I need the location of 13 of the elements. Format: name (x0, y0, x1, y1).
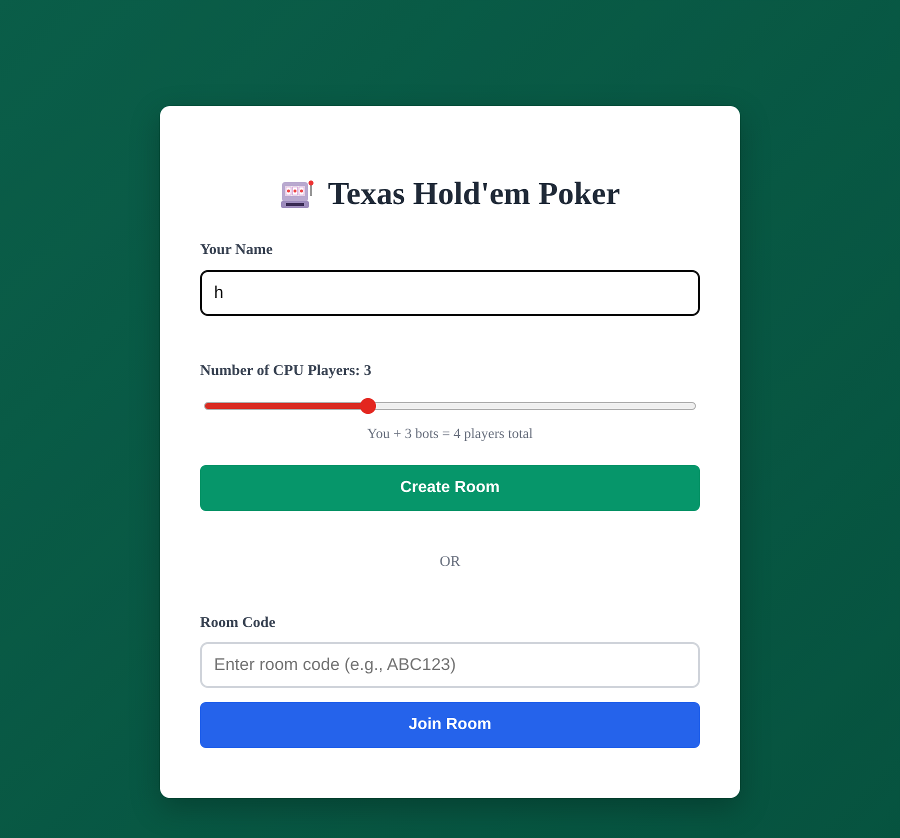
name-field[interactable]: h (200, 270, 700, 316)
or-divider: OR (438, 553, 462, 572)
room-code-label: Room Code (200, 614, 276, 633)
create-room-button[interactable]: Create Room (200, 465, 700, 512)
page-title: Texas Hold'em Poker (328, 176, 620, 212)
slider-thumb[interactable] (360, 398, 376, 414)
cpu-players-label: Number of CPU Players: 3 (200, 362, 372, 381)
name-label: Your Name (200, 241, 274, 260)
slot-machine-icon (280, 178, 314, 209)
players-summary: You + 3 bots = 4 players total (366, 426, 534, 444)
room-code-field[interactable]: Enter room code (e.g., ABC123) (200, 642, 700, 688)
cpu-players-slider[interactable] (204, 398, 696, 414)
join-room-button[interactable]: Join Room (200, 702, 700, 748)
